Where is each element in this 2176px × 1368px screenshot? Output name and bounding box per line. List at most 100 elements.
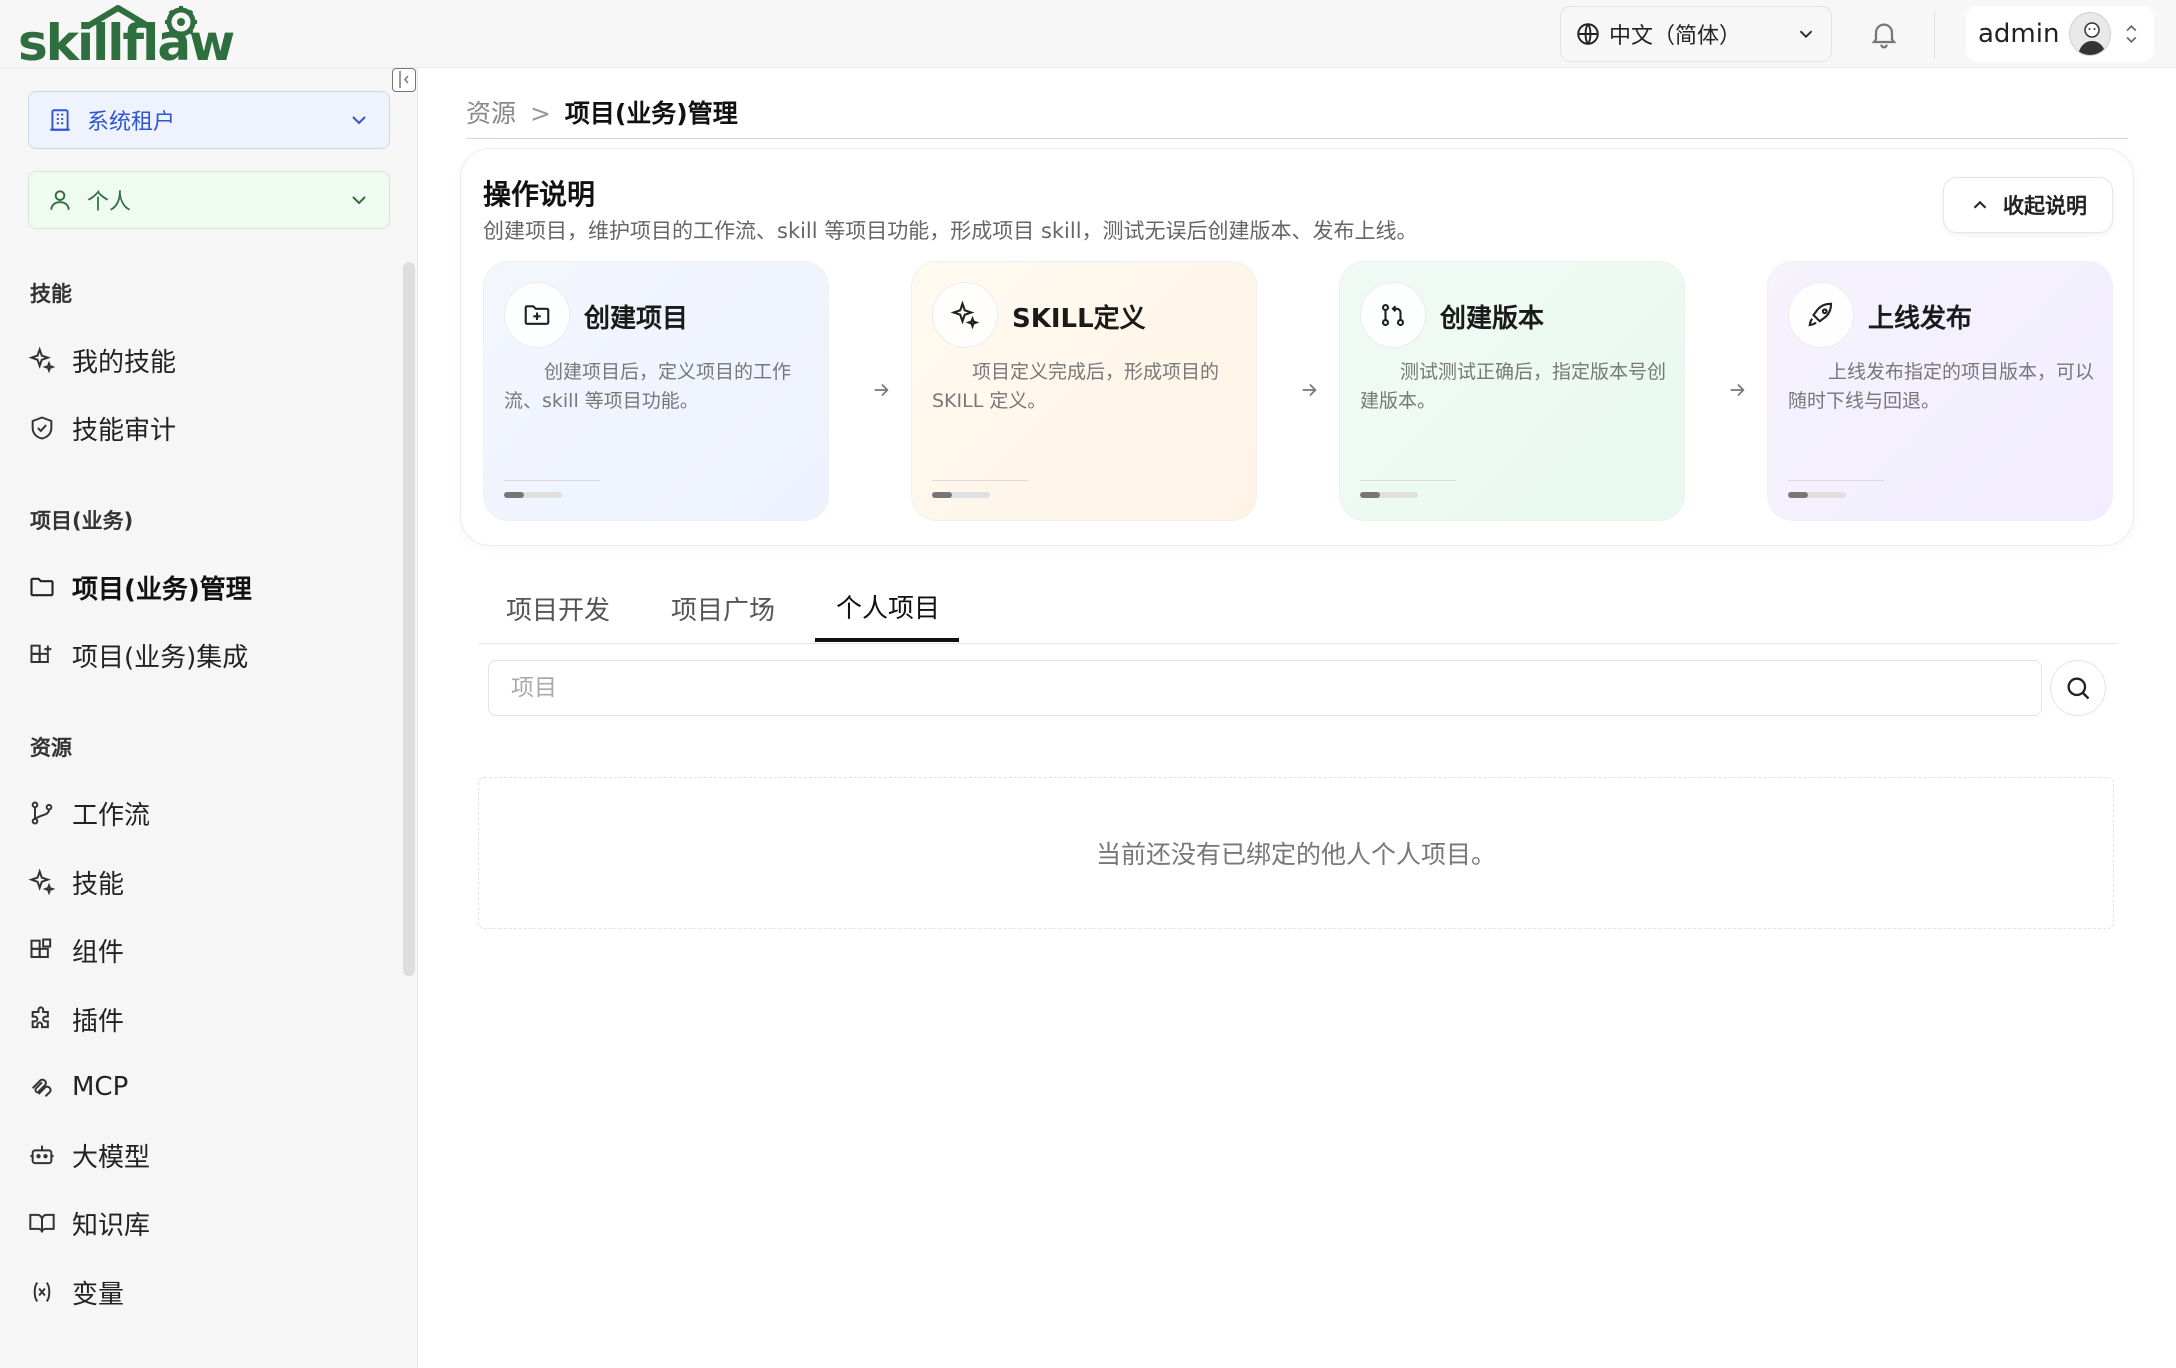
breadcrumb-divider (466, 138, 2128, 139)
step-divider (932, 480, 1028, 481)
user-icon (50, 190, 70, 210)
collapse-sidebar-icon (399, 71, 409, 88)
operation-guide-panel: 操作说明 创建项目，维护项目的工作流、skill 等项目功能，形成项目 skil… (460, 148, 2134, 546)
scope-label: 个人 (87, 190, 132, 215)
git-pull-request-icon (1381, 303, 1405, 327)
arrow-right-icon (874, 383, 889, 397)
sidebar-item-workflow[interactable]: 工作流 (28, 788, 398, 838)
globe-icon (1577, 23, 1599, 45)
step-progress-fill (504, 492, 525, 498)
search-icon (2067, 677, 2090, 700)
language-select[interactable]: 中文（简体） (1560, 6, 1832, 62)
project-tabs: 项目开发 项目广场 个人项目 (478, 576, 2118, 644)
user-name: admin (1978, 19, 2060, 49)
chevron-down-icon (352, 116, 366, 125)
sidebar-item-project-integration[interactable]: 项目(业务)集成 (28, 630, 398, 680)
sidebar-item-label: 插件 (72, 1006, 125, 1037)
search-button[interactable] (2050, 660, 2106, 716)
sparkle-icon (950, 300, 980, 330)
shield-check-icon (31, 416, 53, 440)
search-input[interactable] (488, 660, 2042, 716)
step-progress-fill (932, 492, 953, 498)
guide-step-publish: 上线发布 上线发布指定的项目版本，可以随时下线与回退。 (1767, 261, 2113, 521)
tenant-select[interactable]: 系统租户 (28, 91, 390, 149)
step-description: 创建项目后，定义项目的工作流、skill 等项目功能。 (504, 361, 792, 412)
empty-state-message: 当前还没有已绑定的他人个人项目。 (1095, 840, 1496, 869)
robot-icon (30, 1145, 54, 1165)
step-title: 创建版本 (1440, 304, 1545, 334)
sidebar-collapse-button[interactable] (392, 68, 416, 92)
user-menu[interactable]: admin (1966, 6, 2154, 62)
guide-title: 操作说明 (483, 178, 596, 211)
sidebar-item-plugins[interactable]: 插件 (28, 994, 398, 1044)
chevron-down-icon (1799, 30, 1813, 39)
guide-step-skill-definition: SKILL定义 项目定义完成后，形成项目的 SKILL 定义。 (911, 261, 1257, 521)
step-icon-wrap (1788, 282, 1854, 348)
sidebar-item-knowledge-base[interactable]: 知识库 (28, 1198, 398, 1248)
chevron-updown-icon (2126, 24, 2137, 44)
mcp-icon (31, 1078, 52, 1098)
step-divider (1788, 480, 1884, 481)
book-open-icon (29, 1213, 55, 1233)
sidebar-item-my-skills[interactable]: 我的技能 (28, 335, 398, 385)
collapse-guide-button[interactable]: 收起说明 (1943, 177, 2113, 233)
breadcrumb-current: 项目(业务)管理 (564, 99, 738, 128)
folder-icon (30, 577, 54, 597)
sidebar-scrollbar[interactable] (403, 262, 415, 976)
step-icon-wrap (504, 282, 570, 348)
sidebar-item-label: 大模型 (72, 1142, 151, 1173)
building-icon (50, 109, 70, 131)
nav-section-projects: 项目(业务) (30, 509, 134, 533)
arrow-right-icon (1730, 383, 1745, 397)
avatar (2069, 12, 2112, 56)
arrow-right-icon (1302, 383, 1317, 397)
step-title: 创建项目 (584, 304, 689, 334)
language-label: 中文（简体） (1609, 24, 1742, 49)
scope-select[interactable]: 个人 (28, 171, 390, 229)
sidebar-item-label: 技能 (72, 869, 125, 900)
sidebar-item-mcp[interactable]: MCP (28, 1062, 398, 1112)
step-progress (504, 492, 562, 498)
chevron-down-icon (352, 196, 366, 205)
step-title: SKILL定义 (1012, 304, 1146, 334)
bell-icon[interactable] (1868, 18, 1900, 50)
component-blocks-icon (30, 938, 52, 958)
guide-step-create-project: 创建项目 创建项目后，定义项目的工作流、skill 等项目功能。 (483, 261, 829, 521)
logo-wordmark: skillflaw (18, 14, 235, 72)
active-tab-indicator (815, 638, 959, 642)
header-divider (1934, 12, 1935, 58)
sidebar-item-skill-audit[interactable]: 技能审计 (28, 403, 398, 453)
sparkle-icon (28, 346, 56, 374)
sidebar-item-label: 技能审计 (72, 415, 177, 446)
step-description: 上线发布指定的项目版本，可以随时下线与回退。 (1788, 361, 2095, 412)
tabs-divider (478, 643, 2118, 644)
app-logo[interactable]: skillflaw (18, 4, 248, 68)
blocks-plus-icon (30, 644, 52, 663)
tab-project-development[interactable]: 项目开发 (506, 590, 610, 627)
step-description: 测试测试正确后，指定版本号创建版本。 (1360, 361, 1667, 412)
breadcrumb-parent[interactable]: 资源 (466, 99, 516, 128)
step-description: 项目定义完成后，形成项目的 SKILL 定义。 (932, 361, 1220, 412)
chevron-up-icon (1973, 200, 1987, 209)
tab-project-plaza[interactable]: 项目广场 (671, 590, 775, 627)
breadcrumb: 资源 > 项目(业务)管理 (466, 94, 738, 130)
step-divider (504, 480, 600, 481)
nav-section-skills: 技能 (30, 282, 72, 306)
step-icon-wrap (932, 282, 998, 348)
sidebar-item-project-management[interactable]: 项目(业务)管理 (28, 562, 398, 612)
sidebar-item-label: 项目(业务)集成 (72, 642, 249, 673)
top-header: skillflaw 中文（简体） admin (0, 0, 2176, 68)
sidebar-item-label: 我的技能 (72, 347, 177, 378)
breadcrumb-separator: > (529, 99, 551, 128)
sidebar-item-label: 知识库 (72, 1210, 151, 1241)
sidebar-item-llm[interactable]: 大模型 (28, 1130, 398, 1180)
step-progress-fill (1360, 492, 1381, 498)
step-progress (1360, 492, 1418, 498)
sidebar-item-components[interactable]: 组件 (28, 925, 398, 975)
step-title: 上线发布 (1868, 304, 1973, 334)
sidebar-item-skills[interactable]: 技能 (28, 857, 398, 907)
step-progress (932, 492, 990, 498)
sidebar-item-variables[interactable]: 变量 (28, 1267, 398, 1317)
tab-personal-projects[interactable]: 个人项目 (836, 588, 940, 625)
sidebar-item-label: 组件 (72, 937, 125, 968)
